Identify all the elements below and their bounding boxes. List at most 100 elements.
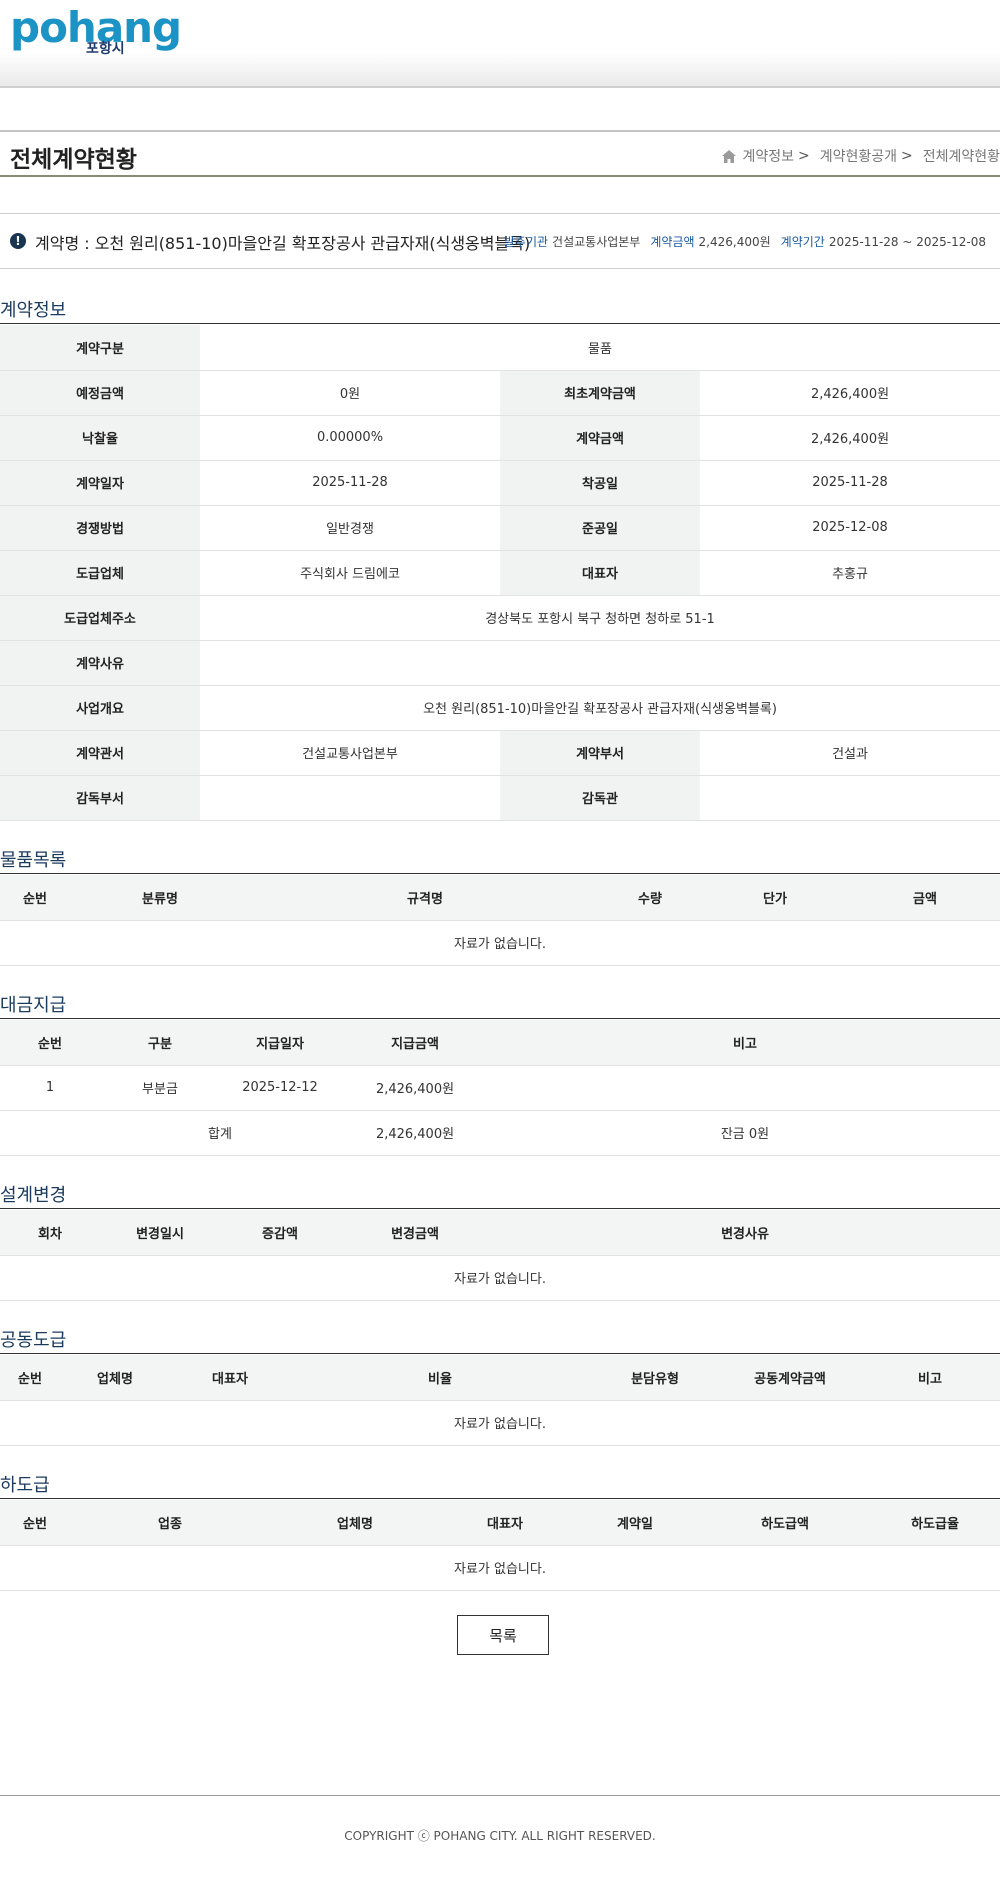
column-header: 증감액	[220, 1210, 340, 1256]
cell-value: 부분금	[100, 1065, 220, 1111]
table-row: 자료가 없습니다.	[0, 920, 1000, 966]
table-row: 계약관서 건설교통사업본부 계약부서 건설과	[0, 730, 1000, 776]
cell-label: 준공일	[500, 505, 700, 551]
cell-label: 대표자	[500, 550, 700, 596]
table-header-row: 순번 분류명 규격명 수량 단가 금액	[0, 875, 1000, 921]
empty-message: 자료가 없습니다.	[0, 1545, 1000, 1591]
column-header: 변경사유	[490, 1210, 1000, 1256]
table-header-row: 순번 구분 지급일자 지급금액 비고	[0, 1020, 1000, 1066]
empty-message: 자료가 없습니다.	[0, 1400, 1000, 1446]
cell-value: 2,426,400원	[700, 415, 1000, 461]
design-change-table: 회차 변경일시 증감액 변경금액 변경사유 자료가 없습니다.	[0, 1210, 1000, 1301]
table-row: 자료가 없습니다.	[0, 1255, 1000, 1301]
home-icon[interactable]	[722, 149, 737, 163]
contract-summary: ! 계약명 : 오천 원리(851-10)마을안길 확포장공사 관급자재(식생옹…	[0, 213, 1000, 269]
amount-info: 계약금액 2,426,400원	[650, 233, 770, 250]
orderer-value: 건설교통사업본부	[552, 235, 641, 249]
cell-value: 2,426,400원	[700, 370, 1000, 416]
goods-table: 순번 분류명 규격명 수량 단가 금액 자료가 없습니다.	[0, 875, 1000, 966]
breadcrumb-item-3[interactable]: 전체계약현황	[923, 146, 1000, 166]
cell-value: 2025-11-28	[200, 460, 500, 506]
column-header: 공동계약금액	[720, 1355, 860, 1401]
section-title-design: 설계변경	[0, 1185, 1000, 1209]
cell-value: 건설교통사업본부	[200, 730, 500, 776]
empty-message: 자료가 없습니다.	[0, 1255, 1000, 1301]
pohang-logo[interactable]: pohang 포항시	[10, 3, 182, 58]
cell-value: 0.00000%	[200, 415, 500, 461]
table-row: 예정금액 0원 최초계약금액 2,426,400원	[0, 370, 1000, 416]
column-header: 금액	[850, 875, 1000, 921]
cell-value: 2025-11-28	[700, 460, 1000, 506]
table-row: 자료가 없습니다.	[0, 1400, 1000, 1446]
cell-value: 건설과	[700, 730, 1000, 776]
column-header: 지급금액	[340, 1020, 490, 1066]
cell-label: 계약금액	[500, 415, 700, 461]
list-button[interactable]: 목록	[457, 1615, 549, 1655]
cell-label: 감독관	[500, 775, 700, 821]
column-header: 분류명	[70, 875, 250, 921]
column-header: 업체명	[60, 1355, 170, 1401]
breadcrumb: 계약정보 > 계약현황공개 > 전체계약현황	[722, 146, 1000, 166]
table-header-row: 회차 변경일시 증감액 변경금액 변경사유	[0, 1210, 1000, 1256]
breadcrumb-separator: >	[797, 148, 810, 164]
cell-value: 물품	[200, 325, 1000, 371]
column-header: 비율	[290, 1355, 590, 1401]
column-header: 대표자	[170, 1355, 290, 1401]
table-row: 낙찰율 0.00000% 계약금액 2,426,400원	[0, 415, 1000, 461]
column-header: 업체명	[270, 1500, 440, 1546]
breadcrumb-item-2[interactable]: 계약현황공개	[820, 146, 897, 166]
table-row: 도급업체주소 경상북도 포항시 북구 청하면 청하로 51-1	[0, 595, 1000, 641]
cell-label: 착공일	[500, 460, 700, 506]
column-header: 순번	[0, 875, 70, 921]
column-header: 비고	[490, 1020, 1000, 1066]
period-info: 계약기간 2025-11-28 ~ 2025-12-08	[781, 233, 986, 250]
breadcrumb-separator: >	[900, 148, 913, 164]
period-value: 2025-11-28 ~ 2025-12-08	[828, 235, 986, 249]
table-row: 도급업체 주식회사 드림에코 대표자 추홍규	[0, 550, 1000, 596]
total-value: 2,426,400원	[340, 1110, 490, 1156]
section-title-joint: 공동도급	[0, 1330, 1000, 1354]
table-row: 사업개요 오천 원리(851-10)마을안길 확포장공사 관급자재(식생옹벽블록…	[0, 685, 1000, 731]
breadcrumb-item-1[interactable]: 계약정보	[742, 146, 794, 166]
section-title-goods: 물품목록	[0, 850, 1000, 874]
cell-value	[200, 640, 1000, 686]
cell-value: 경상북도 포항시 북구 청하면 청하로 51-1	[200, 595, 1000, 641]
section-title-payment: 대금지급	[0, 995, 1000, 1019]
cell-value: 1	[0, 1065, 100, 1111]
column-header: 하도급율	[870, 1500, 1000, 1546]
cell-label: 사업개요	[0, 685, 200, 731]
table-header-row: 순번 업체명 대표자 비율 분담유형 공동계약금액 비고	[0, 1355, 1000, 1401]
table-row: 계약일자 2025-11-28 착공일 2025-11-28	[0, 460, 1000, 506]
amount-label: 계약금액	[650, 235, 695, 249]
column-header: 계약일	[570, 1500, 700, 1546]
column-header: 비고	[860, 1355, 1000, 1401]
cell-label: 계약구분	[0, 325, 200, 371]
table-row: 계약구분 물품	[0, 325, 1000, 371]
orderer-info: 발주기관 건설교통사업본부	[504, 233, 641, 250]
amount-value: 2,426,400원	[698, 235, 771, 249]
exclamation-icon: !	[10, 233, 26, 249]
column-header: 지급일자	[220, 1020, 340, 1066]
cell-value: 2,426,400원	[340, 1065, 490, 1111]
table-row: 자료가 없습니다.	[0, 1545, 1000, 1591]
cell-value	[490, 1065, 1000, 1111]
cell-label: 계약사유	[0, 640, 200, 686]
joint-contract-table: 순번 업체명 대표자 비율 분담유형 공동계약금액 비고 자료가 없습니다.	[0, 1355, 1000, 1446]
column-header: 업종	[70, 1500, 270, 1546]
cell-label: 도급업체	[0, 550, 200, 596]
table-row: 1 부분금 2025-12-12 2,426,400원	[0, 1065, 1000, 1111]
total-label: 합계	[0, 1110, 340, 1156]
table-row: 계약사유	[0, 640, 1000, 686]
cell-value: 추홍규	[700, 550, 1000, 596]
title-bar: 전체계약현황 계약정보 > 계약현황공개 > 전체계약현황	[0, 130, 1000, 177]
cell-label: 도급업체주소	[0, 595, 200, 641]
column-header: 구분	[100, 1020, 220, 1066]
copyright-text: COPYRIGHT ⓒ POHANG CITY. ALL RIGHT RESER…	[344, 1829, 656, 1843]
site-header: pohang 포항시	[0, 0, 1000, 88]
column-header: 규격명	[250, 875, 600, 921]
cell-value: 주식회사 드림에코	[200, 550, 500, 596]
page-title: 전체계약현황	[10, 147, 137, 173]
table-row: 경쟁방법 일반경쟁 준공일 2025-12-08	[0, 505, 1000, 551]
subcontract-table: 순번 업종 업체명 대표자 계약일 하도급액 하도급율 자료가 없습니다.	[0, 1500, 1000, 1591]
cell-label: 계약일자	[0, 460, 200, 506]
